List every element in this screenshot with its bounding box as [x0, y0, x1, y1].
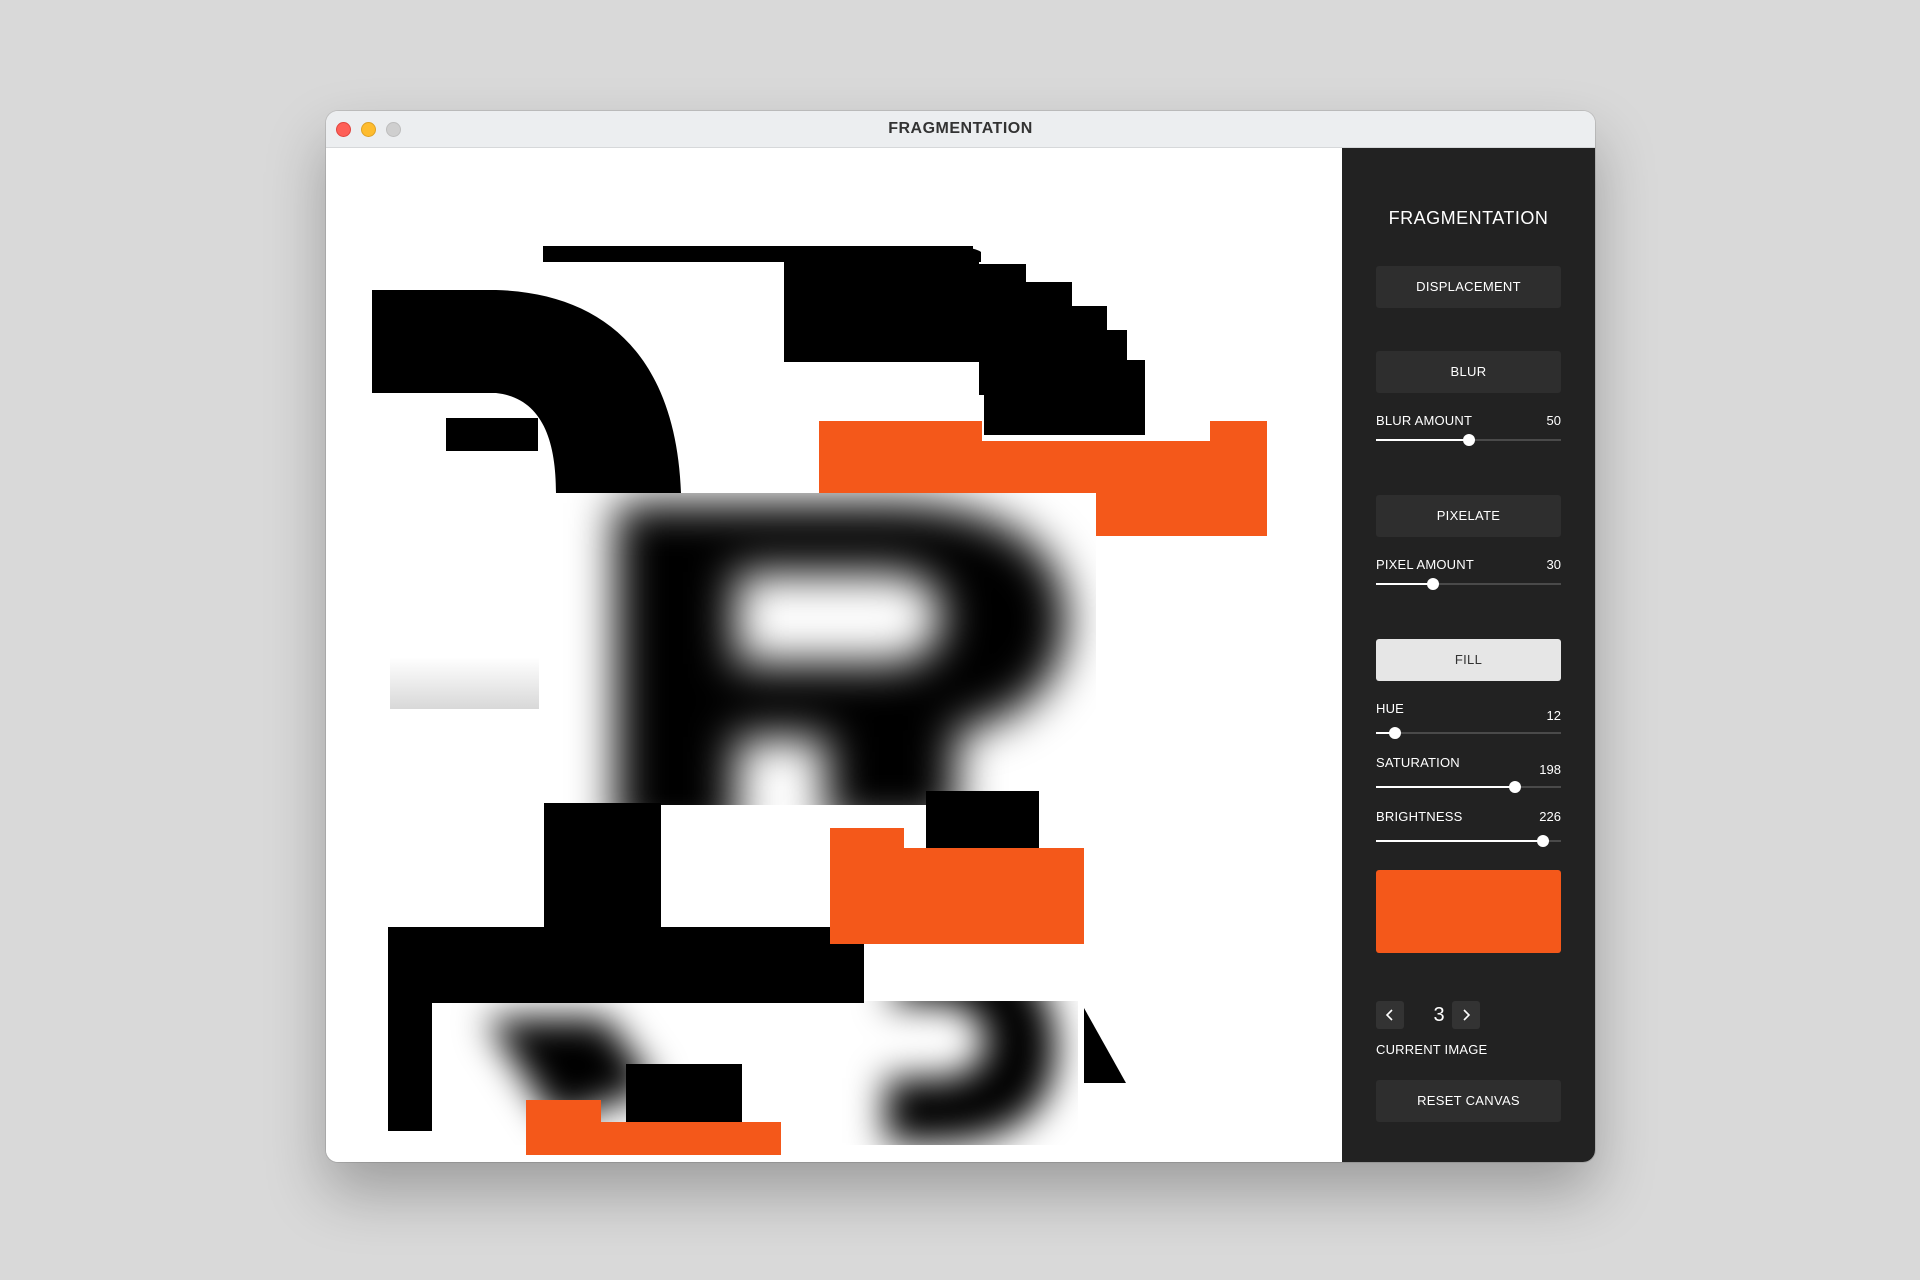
fill-button[interactable]: FILL	[1376, 639, 1561, 681]
slider-fill	[1376, 583, 1434, 585]
saturation-value: 198	[1539, 762, 1561, 777]
blur-button[interactable]: BLUR	[1376, 351, 1561, 393]
brightness-value: 226	[1539, 809, 1561, 824]
fill-color-swatch[interactable]	[1376, 870, 1561, 953]
hue-slider[interactable]	[1376, 725, 1561, 741]
title-bar: FRAGMENTATION	[326, 111, 1595, 148]
next-image-button[interactable]	[1452, 1001, 1480, 1029]
hue-label: HUE	[1376, 701, 1405, 716]
slider-thumb[interactable]	[1508, 781, 1521, 793]
brightness-label: BRIGHTNESS	[1376, 809, 1463, 824]
control-panel: FRAGMENTATION DISPLACEMENT BLUR BLUR AMO…	[1342, 148, 1595, 1162]
blur-amount-slider[interactable]	[1376, 432, 1561, 448]
blur-amount-value: 50	[1546, 413, 1561, 428]
pixel-amount-value: 30	[1546, 557, 1561, 572]
blur-amount-label: BLUR AMOUNT	[1376, 413, 1473, 428]
artwork-canvas[interactable]	[326, 148, 1342, 1162]
panel-title: FRAGMENTATION	[1388, 208, 1549, 228]
slider-fill	[1376, 786, 1515, 788]
slider-track	[1376, 732, 1561, 734]
saturation-label: SATURATION	[1376, 755, 1460, 770]
current-image-label: CURRENT IMAGE	[1376, 1042, 1488, 1057]
slider-thumb[interactable]	[1536, 835, 1549, 847]
reset-canvas-button[interactable]: RESET CANVAS	[1376, 1080, 1561, 1122]
brightness-slider[interactable]	[1376, 833, 1561, 849]
slider-fill	[1376, 439, 1469, 441]
window-title: FRAGMENTATION	[888, 120, 1033, 137]
slider-thumb[interactable]	[1462, 434, 1475, 446]
hue-value: 12	[1546, 708, 1561, 723]
pixelate-button[interactable]: PIXELATE	[1376, 495, 1561, 537]
chevron-right-icon	[1463, 1009, 1471, 1021]
slider-fill	[1376, 840, 1543, 842]
displacement-button[interactable]: DISPLACEMENT	[1376, 266, 1561, 308]
pixel-amount-slider[interactable]	[1376, 576, 1561, 592]
slider-thumb[interactable]	[1427, 578, 1440, 590]
saturation-slider[interactable]	[1376, 779, 1561, 795]
current-image-number: 3	[1433, 1004, 1445, 1026]
pixel-amount-label: PIXEL AMOUNT	[1376, 557, 1474, 572]
previous-image-button[interactable]	[1376, 1001, 1404, 1029]
app-window: FRAGMENTATION FRAGMENTATION DISPLACEMENT…	[326, 111, 1595, 1162]
fragmented-artwork	[372, 246, 1267, 1155]
chevron-left-icon	[1385, 1009, 1393, 1021]
slider-thumb[interactable]	[1388, 727, 1401, 739]
